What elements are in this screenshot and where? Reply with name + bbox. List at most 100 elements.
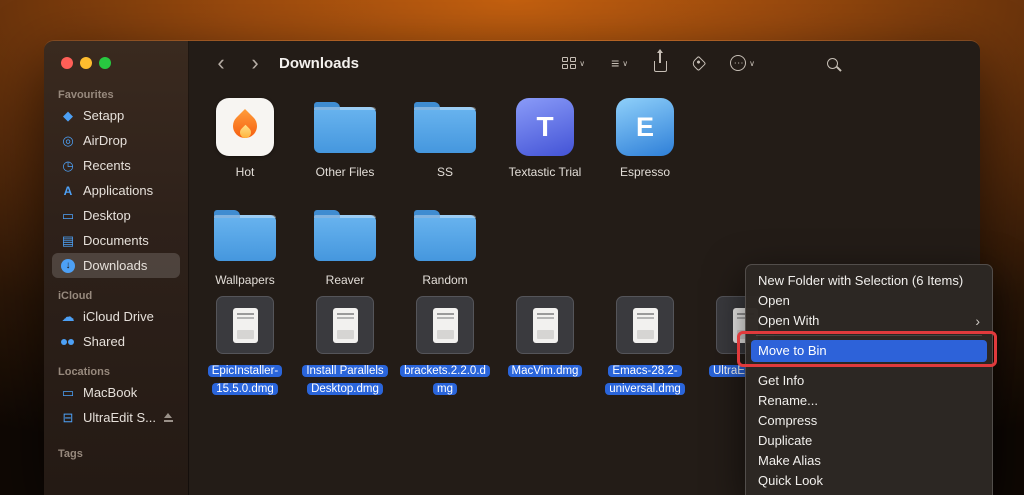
- sidebar-item-downloads[interactable]: ↓ Downloads: [52, 253, 180, 278]
- file-label: Wallpapers: [197, 272, 293, 288]
- group-by-button[interactable]: ≡ ∨: [611, 55, 628, 71]
- sidebar-item-applications[interactable]: A Applications: [52, 178, 180, 203]
- sidebar-item-setapp[interactable]: ◆ Setapp: [52, 103, 180, 128]
- tag-icon: [691, 55, 707, 71]
- shared-icon: [58, 335, 78, 349]
- menu-item-label: Quick Look: [758, 471, 823, 491]
- sidebar-item-macbook[interactable]: ▭ MacBook: [52, 380, 180, 405]
- view-options-button[interactable]: ∨: [562, 57, 585, 69]
- sidebar-item-airdrop[interactable]: ◎ AirDrop: [52, 128, 180, 153]
- folder-icon: [314, 215, 376, 261]
- downloads-icon: ↓: [61, 259, 75, 273]
- menu-item-label: Move to Bin: [758, 340, 827, 362]
- file-label: Textastic Trial: [497, 164, 593, 180]
- sidebar-item-label: Downloads: [83, 258, 147, 273]
- file-wallpapers[interactable]: Wallpapers: [197, 203, 293, 288]
- menu-item-duplicate[interactable]: Duplicate: [746, 431, 992, 451]
- window-title: Downloads: [279, 55, 359, 72]
- dmg-icon: [616, 296, 674, 354]
- sidebar-item-desktop[interactable]: ▭ Desktop: [52, 203, 180, 228]
- more-actions-button[interactable]: ⋯ ∨: [730, 55, 755, 71]
- menu-item-quick-look[interactable]: Quick Look: [746, 471, 992, 491]
- hot-app-icon: [216, 98, 274, 156]
- chevron-down-icon: ∨: [622, 59, 628, 68]
- file-textastic-trial[interactable]: T Textastic Trial: [497, 95, 593, 180]
- icloud-icon: ☁: [58, 309, 78, 325]
- menu-separator: [756, 335, 982, 336]
- sidebar-item-label: Desktop: [83, 208, 131, 223]
- file-parallels-dmg[interactable]: Install Parallels Desktop.dmg: [297, 293, 393, 397]
- minimize-button[interactable]: [80, 57, 92, 69]
- menu-item-label: New Folder with Selection (6 Items): [758, 271, 963, 291]
- file-label: SS: [397, 164, 493, 180]
- menu-item-label: Open: [758, 291, 790, 311]
- grid-view-icon: [562, 57, 576, 69]
- forward-button[interactable]: ›: [245, 53, 265, 73]
- submenu-arrow-icon: ›: [975, 311, 980, 331]
- sidebar-item-recents[interactable]: ◷ Recents: [52, 153, 180, 178]
- file-emacs-dmg[interactable]: Emacs-28.2-universal.dmg: [597, 293, 693, 397]
- sidebar-item-label: Shared: [83, 334, 125, 349]
- search-icon[interactable]: [827, 58, 838, 69]
- menu-item-move-to-bin[interactable]: Move to Bin: [751, 340, 987, 362]
- traffic-lights: [61, 57, 111, 69]
- back-button[interactable]: ‹: [211, 53, 231, 73]
- airdrop-icon: ◎: [58, 133, 78, 149]
- sidebar-section-icloud: iCloud: [44, 288, 188, 304]
- sidebar-item-label: iCloud Drive: [83, 309, 154, 324]
- sidebar-item-ultraedit[interactable]: ⊟ UltraEdit S...: [52, 405, 180, 430]
- file-label-selected: Install Parallels Desktop.dmg: [297, 362, 393, 397]
- zoom-button[interactable]: [99, 57, 111, 69]
- menu-item-compress[interactable]: Compress: [746, 411, 992, 431]
- dmg-icon: [516, 296, 574, 354]
- menu-item-make-alias[interactable]: Make Alias: [746, 451, 992, 471]
- menu-item-label: Get Info: [758, 371, 804, 391]
- menu-item-label: Open With: [758, 311, 819, 331]
- dmg-icon: [216, 296, 274, 354]
- menu-item-rename[interactable]: Rename...: [746, 391, 992, 411]
- file-label: Espresso: [597, 164, 693, 180]
- file-other-files[interactable]: Other Files: [297, 95, 393, 180]
- file-macvim-dmg[interactable]: MacVim.dmg: [497, 293, 593, 380]
- documents-icon: ▤: [58, 233, 78, 249]
- chevron-down-icon: ∨: [749, 59, 755, 68]
- menu-item-get-info[interactable]: Get Info: [746, 371, 992, 391]
- folder-icon: [214, 215, 276, 261]
- context-menu: New Folder with Selection (6 Items) Open…: [745, 264, 993, 495]
- file-label: Random: [397, 272, 493, 288]
- eject-icon[interactable]: [163, 413, 174, 423]
- share-button[interactable]: [654, 54, 667, 72]
- group-icon: ≡: [611, 55, 619, 71]
- sidebar-section-favourites: Favourites: [44, 87, 188, 103]
- folder-icon: [414, 215, 476, 261]
- menu-item-label: Compress: [758, 411, 817, 431]
- file-random[interactable]: Random: [397, 203, 493, 288]
- file-espresso[interactable]: E Espresso: [597, 95, 693, 180]
- sidebar-section-tags: Tags: [44, 446, 188, 462]
- file-label: Other Files: [297, 164, 393, 180]
- share-icon: [654, 61, 667, 72]
- sidebar-item-shared[interactable]: Shared: [52, 329, 180, 354]
- file-hot[interactable]: Hot: [197, 95, 293, 180]
- file-ss[interactable]: SS: [397, 95, 493, 180]
- sidebar-item-label: Setapp: [83, 108, 124, 123]
- menu-item-new-folder-with-selection[interactable]: New Folder with Selection (6 Items): [746, 271, 992, 291]
- tags-button[interactable]: [693, 58, 704, 69]
- external-disk-icon: ⊟: [58, 410, 78, 426]
- recents-icon: ◷: [58, 158, 78, 174]
- menu-item-open[interactable]: Open: [746, 291, 992, 311]
- toolbar: ‹ › Downloads ∨ ≡ ∨: [189, 41, 980, 85]
- sidebar-item-label: Recents: [83, 158, 131, 173]
- file-reaver[interactable]: Reaver: [297, 203, 393, 288]
- sidebar-item-label: UltraEdit S...: [83, 410, 156, 425]
- close-button[interactable]: [61, 57, 73, 69]
- menu-item-label: Make Alias: [758, 451, 821, 471]
- file-brackets-dmg[interactable]: brackets.2.2.0.dmg: [397, 293, 493, 397]
- menu-item-open-with[interactable]: Open With ›: [746, 311, 992, 331]
- file-epicinstaller-dmg[interactable]: EpicInstaller-15.5.0.dmg: [197, 293, 293, 397]
- menu-item-label: Rename...: [758, 391, 818, 411]
- menu-separator: [756, 366, 982, 367]
- file-label: Reaver: [297, 272, 393, 288]
- sidebar-item-documents[interactable]: ▤ Documents: [52, 228, 180, 253]
- sidebar-item-icloud-drive[interactable]: ☁ iCloud Drive: [52, 304, 180, 329]
